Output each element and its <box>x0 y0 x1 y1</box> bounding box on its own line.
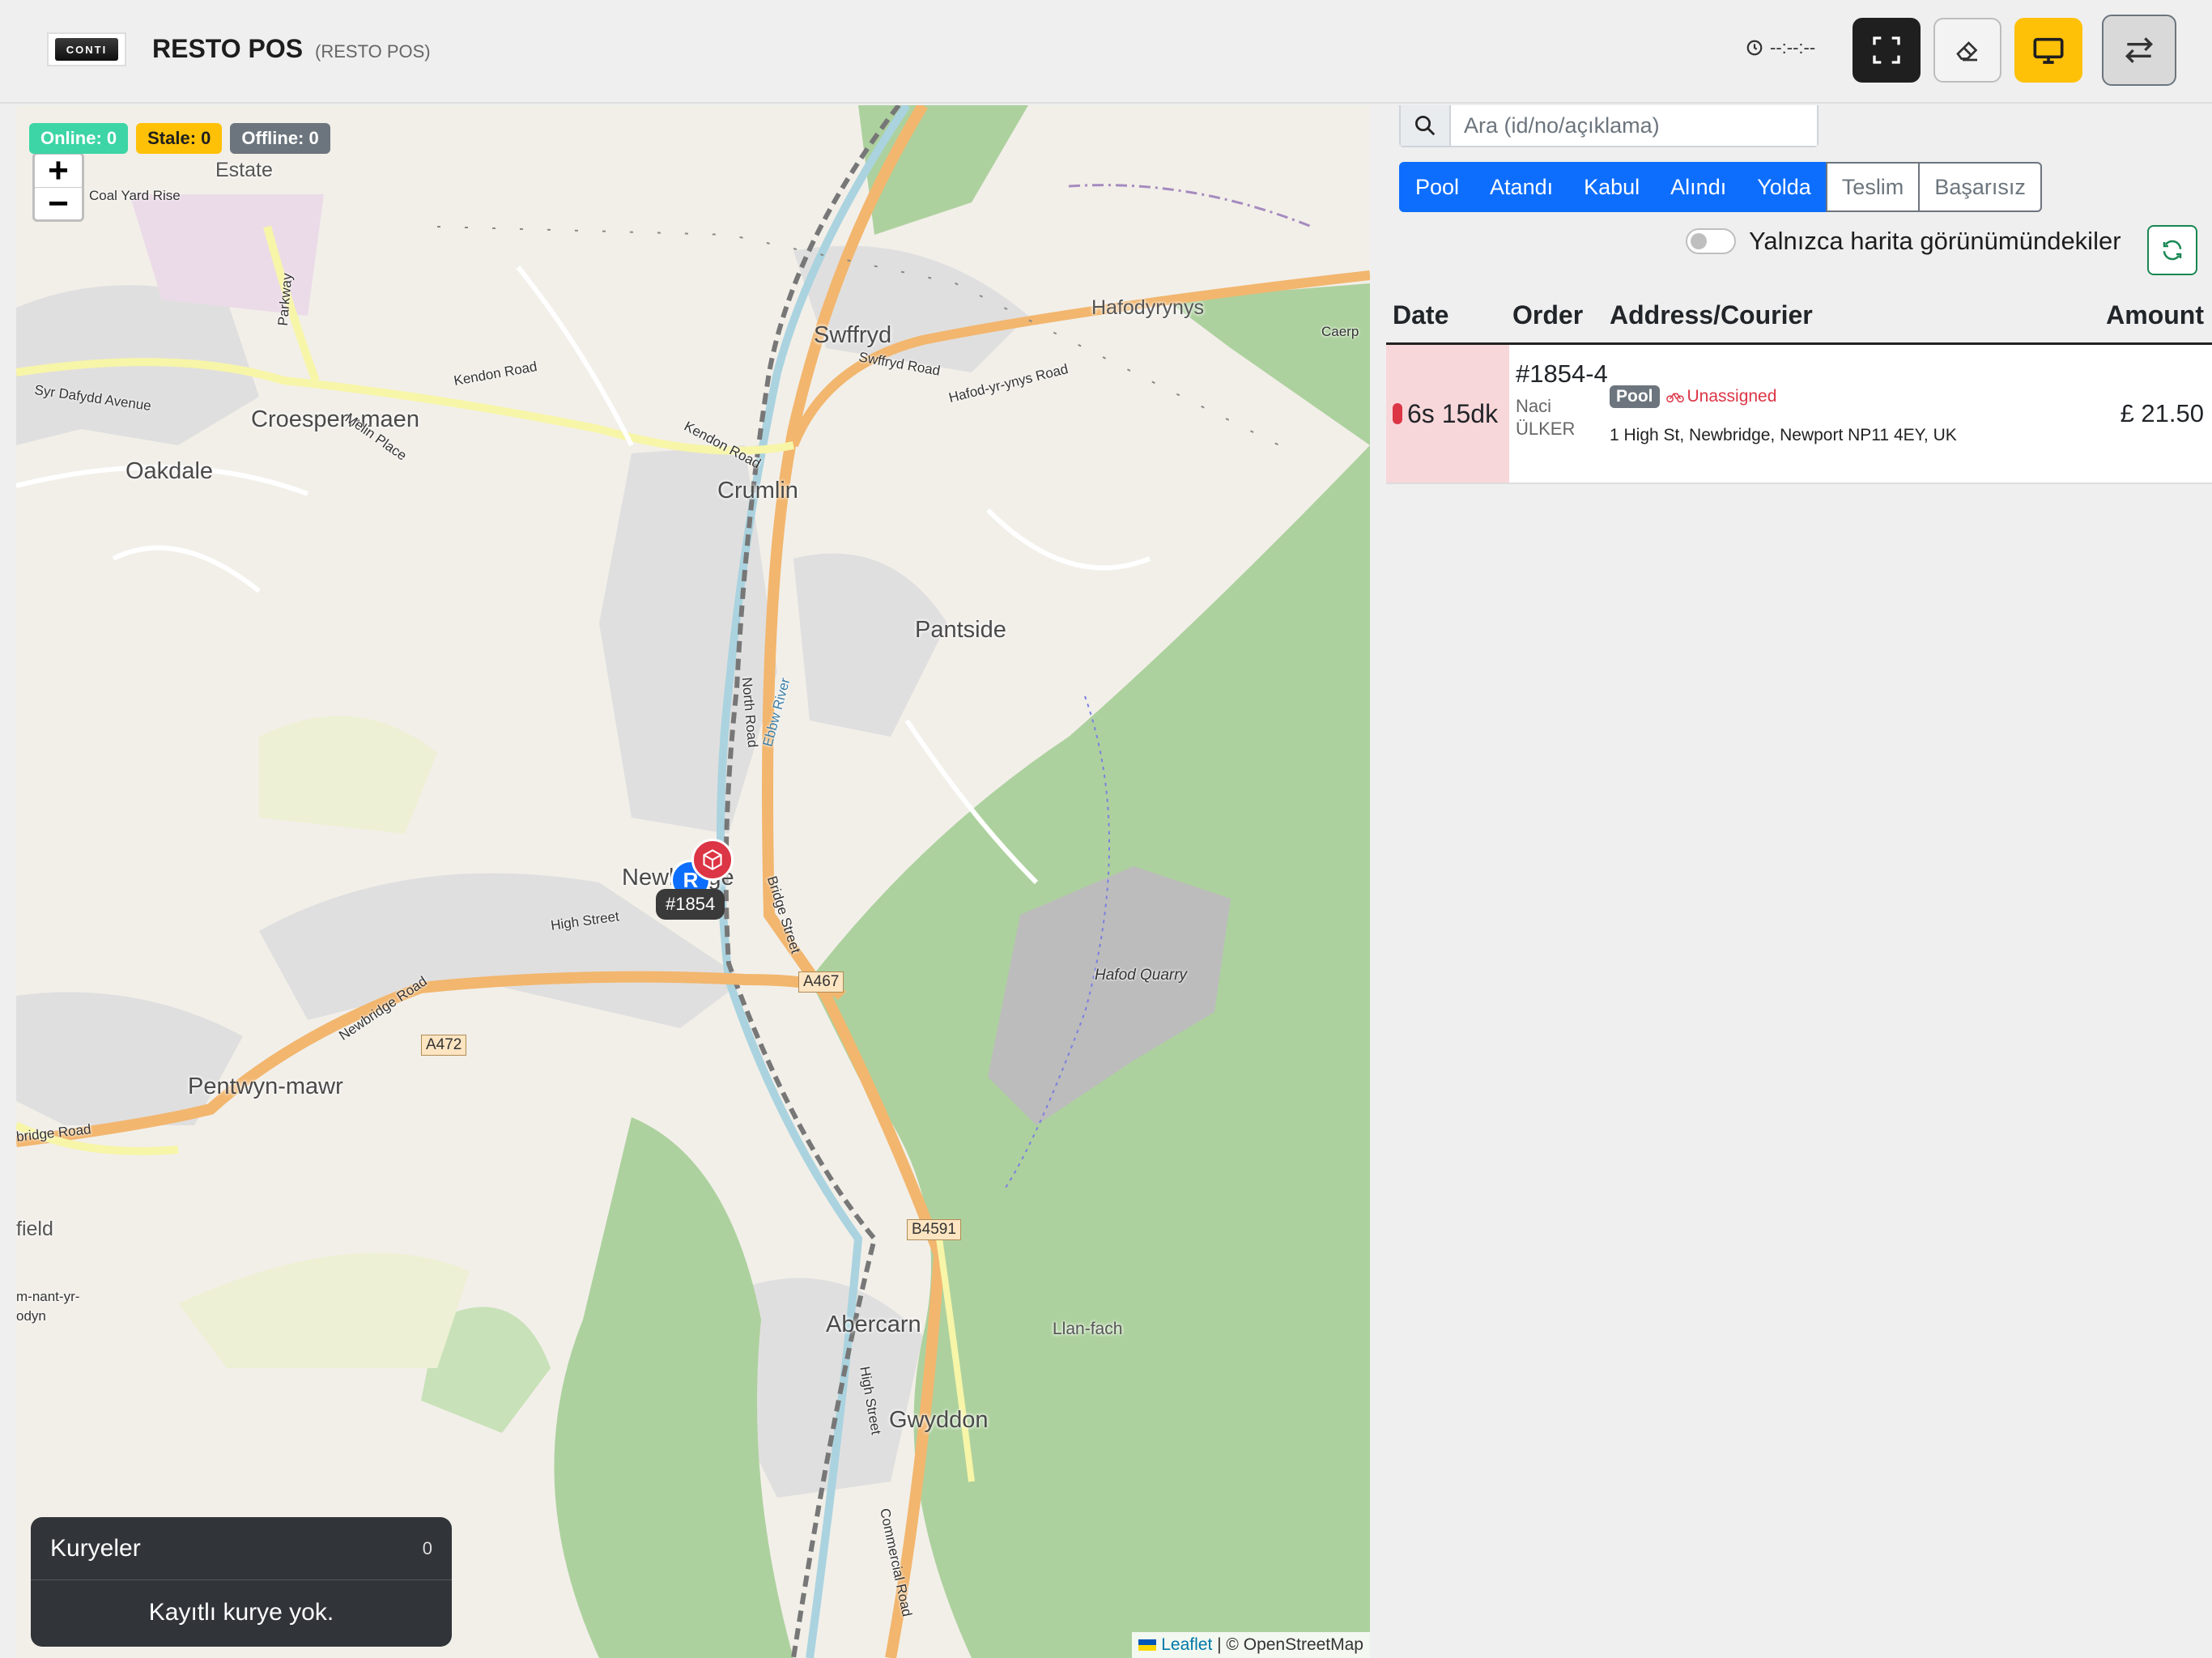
map-view-only-toggle[interactable] <box>1686 228 1736 254</box>
status-badge: Pool <box>1610 385 1660 408</box>
courier-panel: Kuryeler 0 Kayıtlı kurye yok. <box>31 1517 452 1647</box>
leaflet-link[interactable]: Leaflet <box>1161 1635 1212 1654</box>
order-marker-label: #1854 <box>656 889 725 920</box>
clock-text: --:--:-- <box>1770 37 1816 57</box>
swap-arrows-icon <box>2125 37 2154 63</box>
delivery-address: 1 High St, Newbridge, Newport NP11 4EY, … <box>1610 426 1957 444</box>
order-number[interactable]: #1854-4 <box>1516 355 1610 393</box>
late-indicator <box>1393 403 1402 424</box>
map-label-estate: Estate <box>215 159 273 181</box>
app-subtitle: (RESTO POS) <box>315 41 431 62</box>
fullscreen-icon <box>1873 36 1900 64</box>
table-row[interactable]: 6s 15dk #1854-4 Naci ÜLKER Pool Unassign… <box>1386 345 2212 484</box>
eraser-icon <box>1956 41 1978 62</box>
swap-view-button[interactable] <box>2102 15 2176 86</box>
order-age: 6s 15dk <box>1407 398 1499 428</box>
customer-name: Naci ÜLKER <box>1516 396 1576 439</box>
courier-status-badges: Online: 0 Stale: 0 Offline: 0 <box>29 123 330 154</box>
map-label-hafodyrynys: Hafodyrynys <box>1091 296 1204 319</box>
map-label-llan-fach: Llan-fach <box>1053 1320 1123 1338</box>
map-label-caerp: Caerp <box>1321 324 1359 339</box>
map-label-nant-yr-odyn: m-nant-yr-odyn <box>16 1289 80 1324</box>
order-search <box>1399 105 1819 147</box>
filter-assigned[interactable]: Atandı <box>1474 162 1570 212</box>
filter-accepted[interactable]: Kabul <box>1568 162 1657 212</box>
header-address[interactable]: Address/Courier <box>1610 300 2082 330</box>
clock-icon <box>1746 40 1763 56</box>
filter-picked-up[interactable]: Alındı <box>1654 162 1743 212</box>
bicycle-icon <box>1665 393 1684 403</box>
order-amount: £ 21.50 <box>2120 399 2204 427</box>
courier-panel-header: Kuryeler 0 <box>31 1517 452 1580</box>
order-marker[interactable] <box>691 839 734 881</box>
address-cell: Pool Unassigned 1 High St, Newbridge, Ne… <box>1610 345 2082 483</box>
courier-panel-title: Kuryeler <box>50 1534 141 1562</box>
map-view-only-label: Yalnızca harita görünümündekiler <box>1749 227 2121 255</box>
app-title: RESTO POS (RESTO POS) <box>152 34 431 64</box>
osm-attribution: | © OpenStreetMap <box>1217 1635 1363 1654</box>
courier-status-text: Unassigned <box>1687 387 1777 406</box>
map-label-abercarn: Abercarn <box>826 1312 921 1337</box>
delivery-map[interactable]: Estate Coal Yard Rise Croespen-maen Oakd… <box>16 105 1370 1658</box>
filter-failed[interactable]: Başarısız <box>1918 162 2042 212</box>
zoom-in-button[interactable]: + <box>35 151 82 190</box>
clock: --:--:-- <box>1746 37 1815 58</box>
online-count-badge: Online: 0 <box>29 123 129 154</box>
road-shield-a467: A467 <box>798 971 844 993</box>
header-date[interactable]: Date <box>1386 300 1509 330</box>
orders-table: Date Order Address/Courier Amount 6s 15d… <box>1386 288 2212 484</box>
filter-delivered[interactable]: Teslim <box>1825 162 1921 212</box>
zoom-control: + − <box>32 151 84 223</box>
address-status-line: Pool Unassigned <box>1610 385 2082 408</box>
app-title-text: RESTO POS <box>152 34 304 63</box>
header-amount[interactable]: Amount <box>2082 300 2212 330</box>
order-cell: #1854-4 Naci ÜLKER <box>1509 345 1610 483</box>
brand-logo: CONTI <box>47 32 126 66</box>
map-label-croespen-maen: Croespen-maen <box>251 406 419 432</box>
map-label-swffryd: Swffryd <box>814 322 892 348</box>
map-label-gwyddon: Gwyddon <box>889 1407 989 1433</box>
fullscreen-button[interactable] <box>1853 18 1921 83</box>
monitor-icon <box>2033 37 2064 64</box>
courier-panel-count: 0 <box>422 1537 432 1558</box>
courier-empty-message: Kayıtlı kurye yok. <box>148 1599 334 1626</box>
header-order[interactable]: Order <box>1509 300 1610 330</box>
map-label-hafod-quarry: Hafod Quarry <box>1095 967 1188 984</box>
map-attribution: Leaflet | © OpenStreetMap <box>1132 1632 1370 1658</box>
offline-count-badge: Offline: 0 <box>230 123 330 154</box>
stale-count-badge: Stale: 0 <box>136 123 223 154</box>
courier-status: Unassigned <box>1665 387 1777 406</box>
map-label-coal-yard-rise: Coal Yard Rise <box>89 188 181 203</box>
map-view-toggle-row: Yalnızca harita görünümündekiler <box>1686 227 2121 256</box>
filter-on-the-way[interactable]: Yolda <box>1741 162 1827 212</box>
search-input[interactable] <box>1451 105 1817 146</box>
brand-logo-text: CONTI <box>55 38 118 61</box>
orders-panel: Pool Atandı Kabul Alındı Yolda Teslim Ba… <box>1386 105 2212 1658</box>
map-label-oakdale: Oakdale <box>125 458 214 484</box>
table-header: Date Order Address/Courier Amount <box>1386 288 2212 345</box>
map-label-pantside: Pantside <box>915 617 1006 643</box>
app-header: CONTI RESTO POS (RESTO POS) --:--:-- <box>0 0 2212 104</box>
zoom-out-button[interactable]: − <box>35 184 82 223</box>
filter-pool[interactable]: Pool <box>1399 162 1476 212</box>
map-label-crumlin: Crumlin <box>717 478 798 504</box>
ukraine-flag-icon <box>1138 1639 1157 1652</box>
order-age-cell: 6s 15dk <box>1386 345 1509 483</box>
map-label-pentwyn-mawr: Pentwyn-mawr <box>188 1073 343 1099</box>
package-icon <box>703 849 722 870</box>
map-label-field: field <box>16 1218 53 1240</box>
search-icon <box>1401 105 1451 146</box>
road-shield-a472: A472 <box>421 1035 467 1056</box>
refresh-button[interactable] <box>2147 225 2197 275</box>
road-shield-b4591: B4591 <box>907 1219 961 1240</box>
refresh-icon <box>2163 240 2182 261</box>
status-filter-group: Pool Atandı Kabul Alındı Yolda Teslim Ba… <box>1399 162 2042 212</box>
clear-button[interactable] <box>1933 18 2001 83</box>
display-mode-button[interactable] <box>2014 18 2082 83</box>
